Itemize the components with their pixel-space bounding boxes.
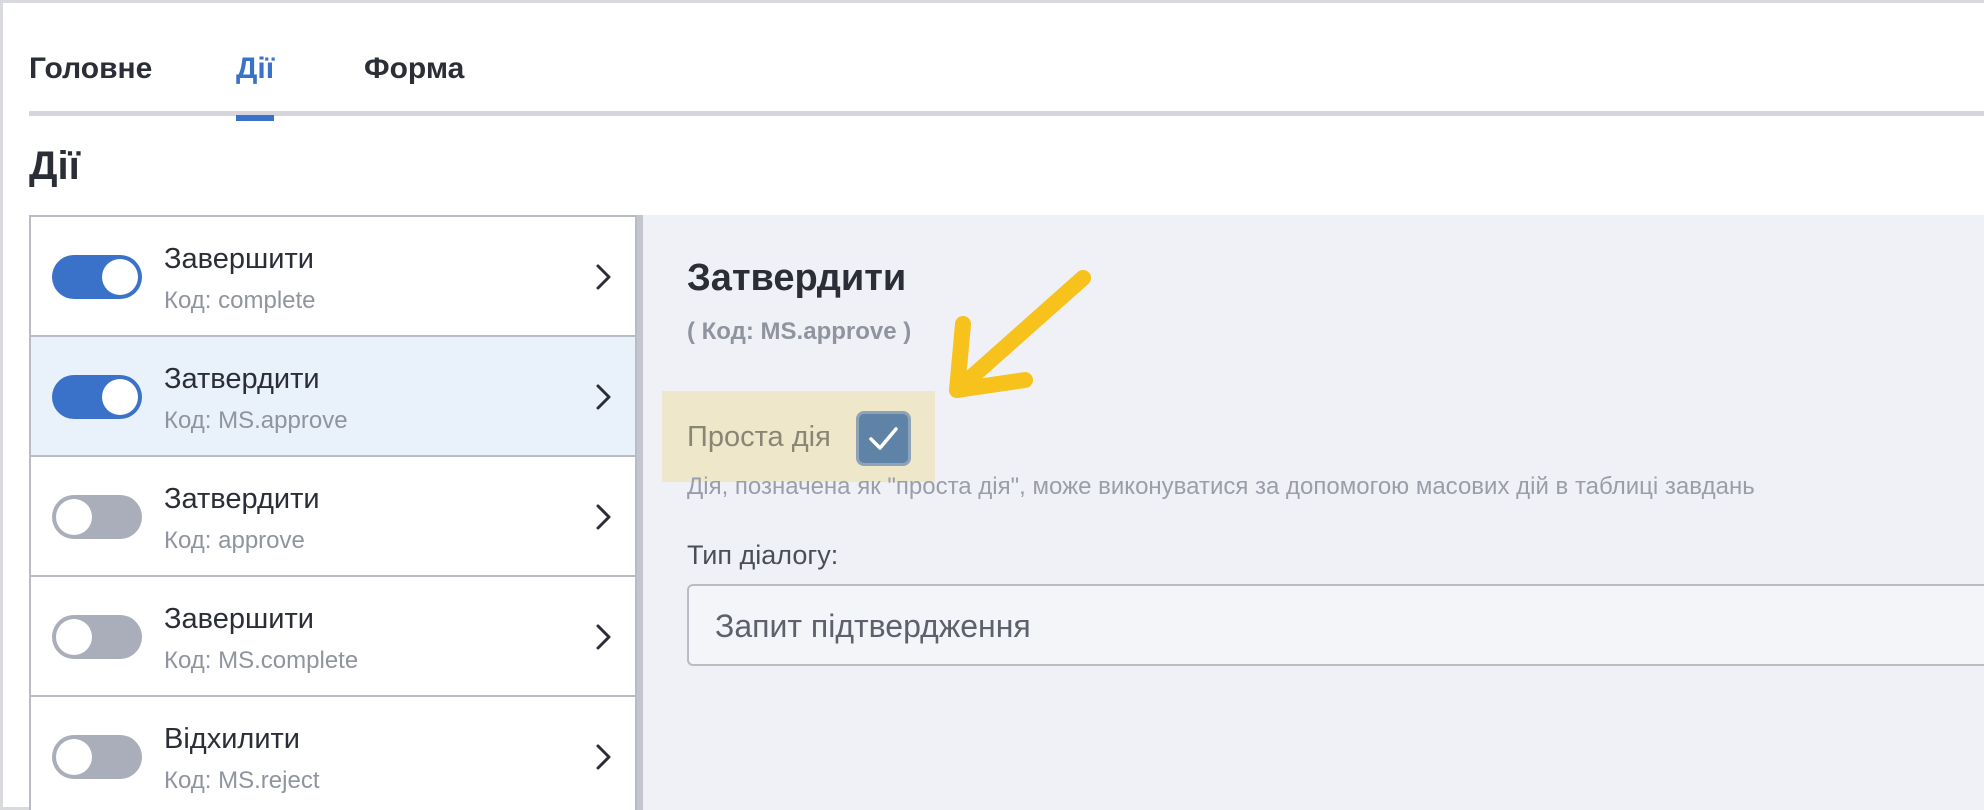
action-code: Код: MS.approve	[164, 407, 348, 434]
action-code: Код: MS.complete	[164, 647, 359, 674]
action-item-complete[interactable]: Завершити Код: complete	[31, 217, 635, 337]
simple-action-hint: Дія, позначена як "проста дія", може вик…	[687, 473, 1755, 500]
actions-list: Завершити Код: complete Затвердити Код: …	[29, 215, 637, 810]
chevron-right-icon	[587, 621, 619, 653]
dialog-type-label: Тип діалогу:	[687, 540, 839, 570]
action-toggle[interactable]	[52, 255, 142, 299]
action-code: Код: MS.reject	[164, 767, 320, 794]
action-item-ms-complete[interactable]: Завершити Код: MS.complete	[31, 577, 635, 697]
toggle-knob	[56, 499, 92, 535]
section-title: Дії	[29, 144, 80, 188]
check-icon	[869, 427, 898, 450]
chevron-right-icon	[587, 381, 619, 413]
action-title: Завершити	[164, 243, 314, 275]
detail-title: Затвердити	[687, 257, 907, 299]
chevron-right-icon	[587, 741, 619, 773]
tab-actions[interactable]: Дії	[236, 52, 275, 121]
toggle-knob	[102, 259, 138, 295]
action-code: Код: complete	[164, 287, 316, 314]
toggle-knob	[56, 619, 92, 655]
simple-action-checkbox[interactable]	[856, 411, 911, 466]
detail-code: ( Код: MS.approve )	[687, 318, 912, 345]
action-title: Завершити	[164, 603, 314, 635]
action-title: Затвердити	[164, 363, 320, 395]
tab-main[interactable]: Головне	[29, 52, 152, 116]
action-item-ms-approve[interactable]: Затвердити Код: MS.approve	[31, 337, 635, 457]
action-toggle[interactable]	[52, 615, 142, 659]
action-title: Затвердити	[164, 483, 320, 515]
dialog-type-select[interactable]: Запит підтвердження	[687, 584, 1984, 666]
action-item-approve[interactable]: Затвердити Код: approve	[31, 457, 635, 577]
action-title: Відхилити	[164, 723, 301, 755]
action-code: Код: approve	[164, 527, 305, 554]
tab-form[interactable]: Форма	[364, 52, 464, 116]
action-toggle[interactable]	[52, 375, 142, 419]
chevron-right-icon	[587, 261, 619, 293]
chevron-right-icon	[587, 501, 619, 533]
action-item-ms-reject[interactable]: Відхилити Код: MS.reject	[31, 697, 635, 810]
toggle-knob	[102, 379, 138, 415]
annotation-arrow-icon	[915, 262, 1095, 412]
toggle-knob	[56, 739, 92, 775]
action-toggle[interactable]	[52, 495, 142, 539]
action-detail-panel: Затвердити ( Код: MS.approve ) Проста ді…	[643, 215, 1984, 810]
dialog-type-value: Запит підтвердження	[715, 608, 1031, 644]
tab-bar: Головне Дії Форма	[29, 40, 1984, 121]
simple-action-label: Проста дія	[687, 421, 831, 453]
action-toggle[interactable]	[52, 735, 142, 779]
